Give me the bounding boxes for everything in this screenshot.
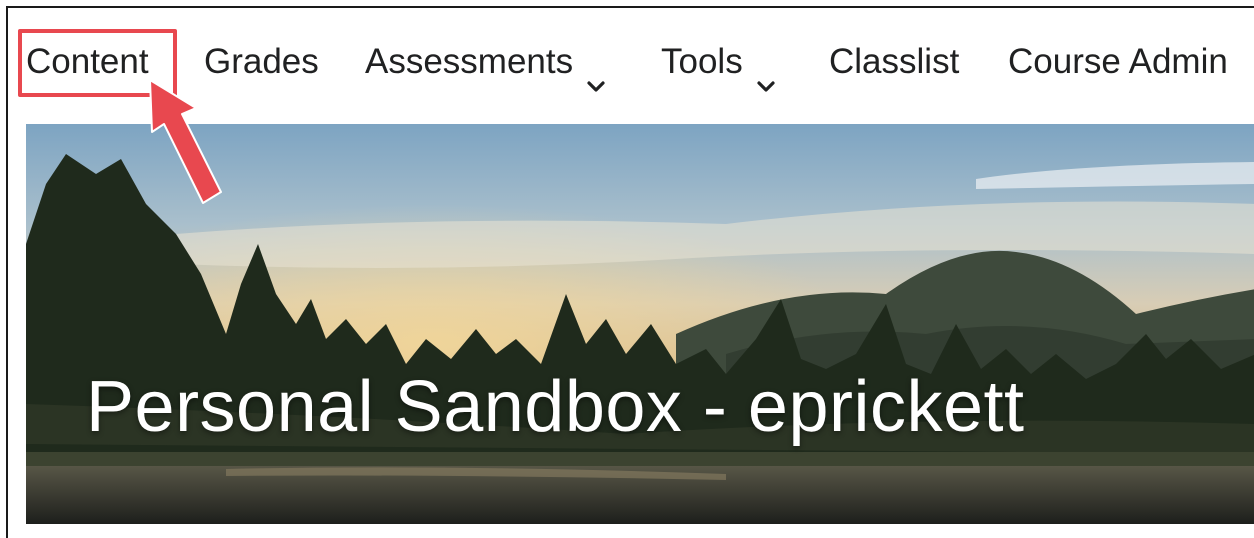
chevron-down-icon — [757, 58, 775, 92]
content-area-top — [8, 524, 1254, 538]
chevron-down-icon — [587, 58, 605, 92]
nav-grades[interactable]: Grades — [204, 38, 319, 86]
nav-tools[interactable]: Tools — [661, 38, 775, 92]
nav-assessments[interactable]: Assessments — [365, 38, 605, 92]
content-highlight-box — [18, 29, 177, 97]
nav-assessments-label: Assessments — [365, 42, 574, 81]
window-frame: Content Grades Assessments Tools Classli… — [6, 6, 1254, 538]
nav-classlist-label: Classlist — [829, 42, 960, 81]
nav-tools-label: Tools — [661, 42, 743, 81]
course-navbar: Content Grades Assessments Tools Classli… — [8, 8, 1254, 120]
banner-landscape-image — [26, 124, 1254, 524]
nav-grades-label: Grades — [204, 42, 319, 81]
nav-course-admin-label: Course Admin — [1008, 42, 1228, 81]
nav-classlist[interactable]: Classlist — [829, 38, 959, 86]
nav-course-admin[interactable]: Course Admin — [1008, 38, 1228, 86]
course-banner: Personal Sandbox - eprickett — [26, 124, 1254, 524]
course-title: Personal Sandbox - eprickett — [86, 367, 1025, 447]
